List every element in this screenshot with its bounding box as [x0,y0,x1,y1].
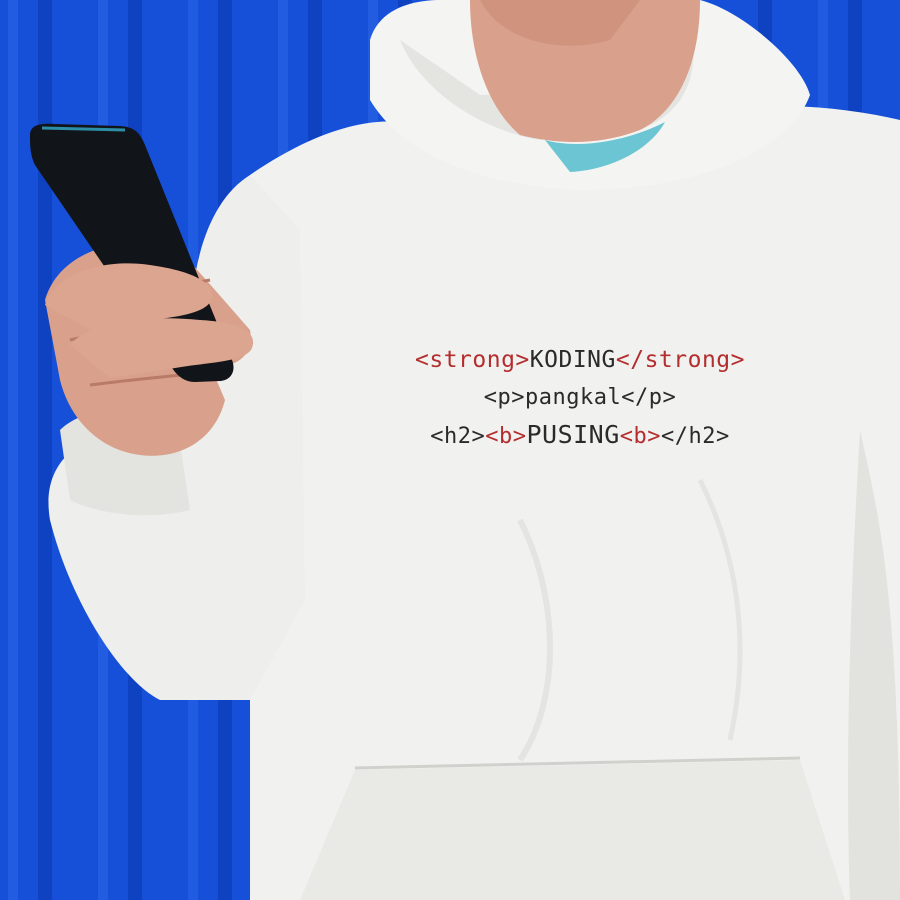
print-line-pusing: <h2><b>PUSING<b></h2> [300,416,860,455]
pusing-word: PUSING [526,420,620,449]
p-close-tag: </p> [621,385,677,410]
h2-open-tag: <h2> [430,424,486,449]
b-open-tag: <b> [485,424,527,449]
print-line-pangkal: <p>pangkal</p> [300,379,860,416]
h2-close-tag: </h2> [661,424,730,449]
hoodie-print-text: <strong>KODING</strong> <p>pangkal</p> <… [300,342,860,455]
pangkal-word: pangkal [525,385,622,410]
b-close-tag: <b> [619,424,662,449]
strong-open-tag: <strong> [415,347,530,373]
koding-word: KODING [529,347,616,373]
strong-close-tag: </strong> [615,347,745,373]
print-line-koding: <strong>KODING</strong> [300,342,860,379]
p-open-tag: <p> [483,385,526,410]
